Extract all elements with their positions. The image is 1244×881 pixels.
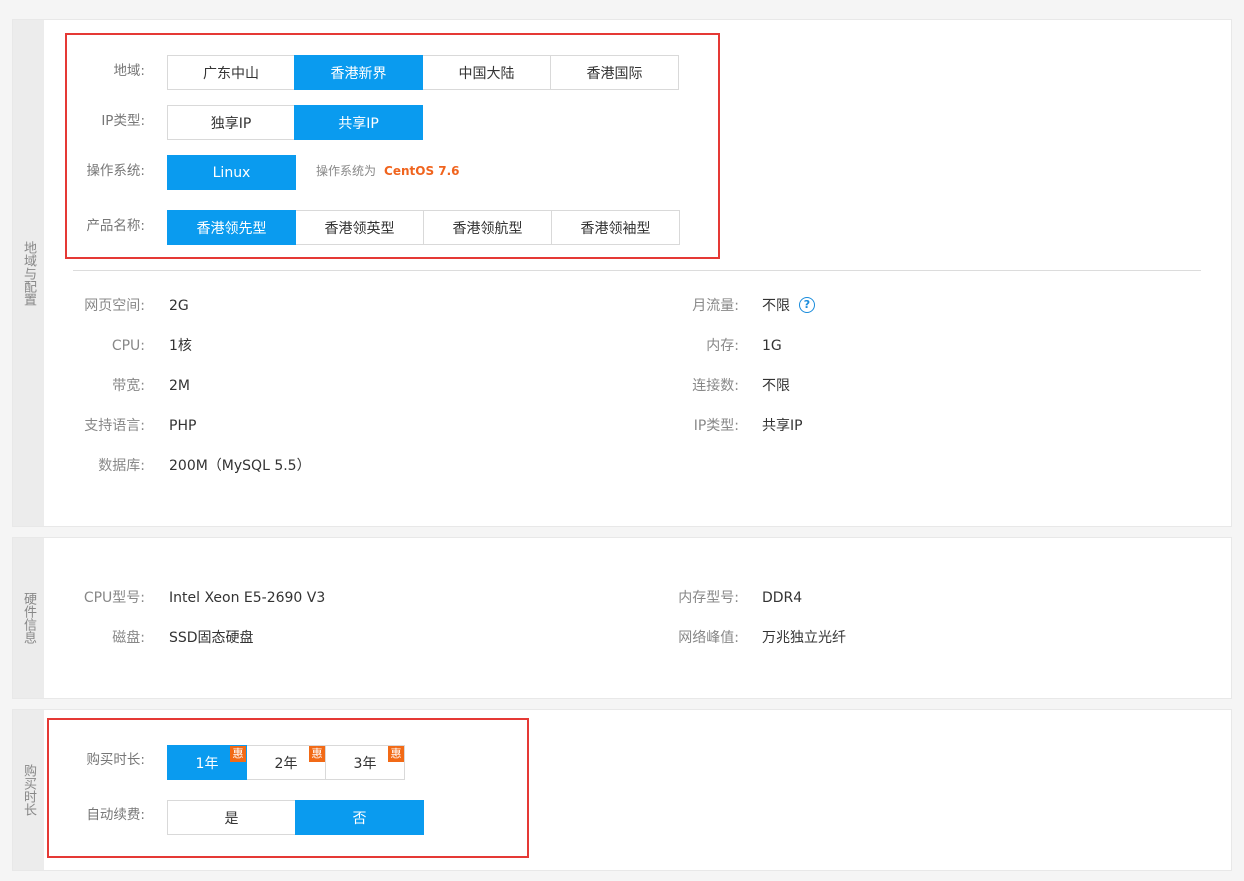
section-tab-hardware: 硬件信息 [13,538,44,698]
auto-renew-selector: 是 否 [167,800,424,835]
spec-value-connections: 不限 [762,378,790,394]
spec-value-memory: 1G [762,338,782,354]
os-version: CentOS 7.6 [384,164,460,178]
duration-selector: 1年 惠 2年 惠 3年 惠 [167,745,405,780]
hardware-section: 硬件信息 CPU型号: Intel Xeon E5-2690 V3 磁盘: SS… [12,537,1232,699]
discount-badge: 惠 [309,746,325,762]
duration-option-text: 1年 [195,755,219,772]
auto-renew-option-no[interactable]: 否 [295,800,424,835]
spec-label-language: 支持语言: [84,418,145,434]
section-tab-purchase: 购买时长 [13,710,44,870]
spec-label-ip-type: IP类型: [693,418,739,434]
spec-label-memory-model: 内存型号: [678,590,739,606]
spec-value-bandwidth: 2M [169,378,190,394]
duration-option-2y[interactable]: 2年 惠 [246,745,326,780]
config-divider [73,270,1201,271]
spec-value-web-space: 2G [169,298,189,314]
spec-label-network-peak: 网络峰值: [678,630,739,646]
discount-badge: 惠 [230,746,246,762]
os-selector: Linux [167,155,296,190]
ip-type-option-0[interactable]: 独享IP [167,105,295,140]
section-tab-region-config: 地域与配置 [13,20,44,526]
os-note-prefix: 操作系统为 [316,164,377,178]
spec-label-database: 数据库: [98,458,145,474]
region-option-0[interactable]: 广东中山 [167,55,295,90]
duration-option-text: 3年 [353,755,377,772]
product-selector: 香港领先型 香港领英型 香港领航型 香港领袖型 [167,210,680,245]
product-option-2[interactable]: 香港领航型 [423,210,552,245]
product-option-3[interactable]: 香港领袖型 [551,210,680,245]
discount-badge: 惠 [388,746,404,762]
spec-value-monthly-traffic: 不限? [762,296,815,316]
product-label: 产品名称: [86,218,145,234]
product-option-1[interactable]: 香港领英型 [295,210,424,245]
region-config-section: 地域与配置 地域: 广东中山 香港新界 中国大陆 香港国际 IP类型: 独享IP… [12,19,1232,527]
region-option-1[interactable]: 香港新界 [294,55,423,90]
region-selector: 广东中山 香港新界 中国大陆 香港国际 [167,55,679,90]
section-tab-label: 购买时长 [21,764,36,816]
spec-label-monthly-traffic: 月流量: [692,298,739,314]
spec-value-language: PHP [169,418,197,434]
spec-label-connections: 连接数: [692,378,739,394]
ip-type-label: IP类型: [101,113,145,129]
os-label: 操作系统: [86,163,145,179]
spec-value-cpu-model: Intel Xeon E5-2690 V3 [169,590,326,606]
spec-label-memory: 内存: [706,338,739,354]
auto-renew-label: 自动续费: [86,807,145,823]
duration-label: 购买时长: [86,752,145,768]
spec-value-cpu: 1核 [169,338,192,354]
os-note: 操作系统为 CentOS 7.6 [316,161,460,181]
region-option-3[interactable]: 香港国际 [550,55,679,90]
duration-option-1y[interactable]: 1年 惠 [167,745,247,780]
spec-label-disk: 磁盘: [112,630,145,646]
purchase-section: 购买时长 购买时长: 1年 惠 2年 惠 3年 惠 自动续费: 是 否 [12,709,1232,871]
spec-label-bandwidth: 带宽: [112,378,145,394]
ip-type-option-1[interactable]: 共享IP [294,105,423,140]
product-option-0[interactable]: 香港领先型 [167,210,296,245]
spec-value-memory-model: DDR4 [762,590,803,606]
auto-renew-option-yes[interactable]: 是 [167,800,296,835]
duration-option-text: 2年 [274,755,298,772]
region-option-2[interactable]: 中国大陆 [422,55,551,90]
spec-label-web-space: 网页空间: [84,298,145,314]
spec-label-cpu: CPU: [111,338,145,354]
spec-value-database: 200M（MySQL 5.5） [169,458,311,474]
duration-option-3y[interactable]: 3年 惠 [325,745,405,780]
monthly-traffic-text: 不限 [762,298,790,314]
purchase-highlight-box [47,718,529,858]
spec-value-disk: SSD固态硬盘 [169,630,254,646]
help-icon[interactable]: ? [799,297,815,313]
spec-value-network-peak: 万兆独立光纤 [762,630,846,646]
spec-value-ip-type: 共享IP [762,418,803,434]
os-option-linux[interactable]: Linux [167,155,296,190]
spec-label-cpu-model: CPU型号: [83,590,145,606]
region-label: 地域: [113,63,145,79]
ip-type-selector: 独享IP 共享IP [167,105,423,140]
